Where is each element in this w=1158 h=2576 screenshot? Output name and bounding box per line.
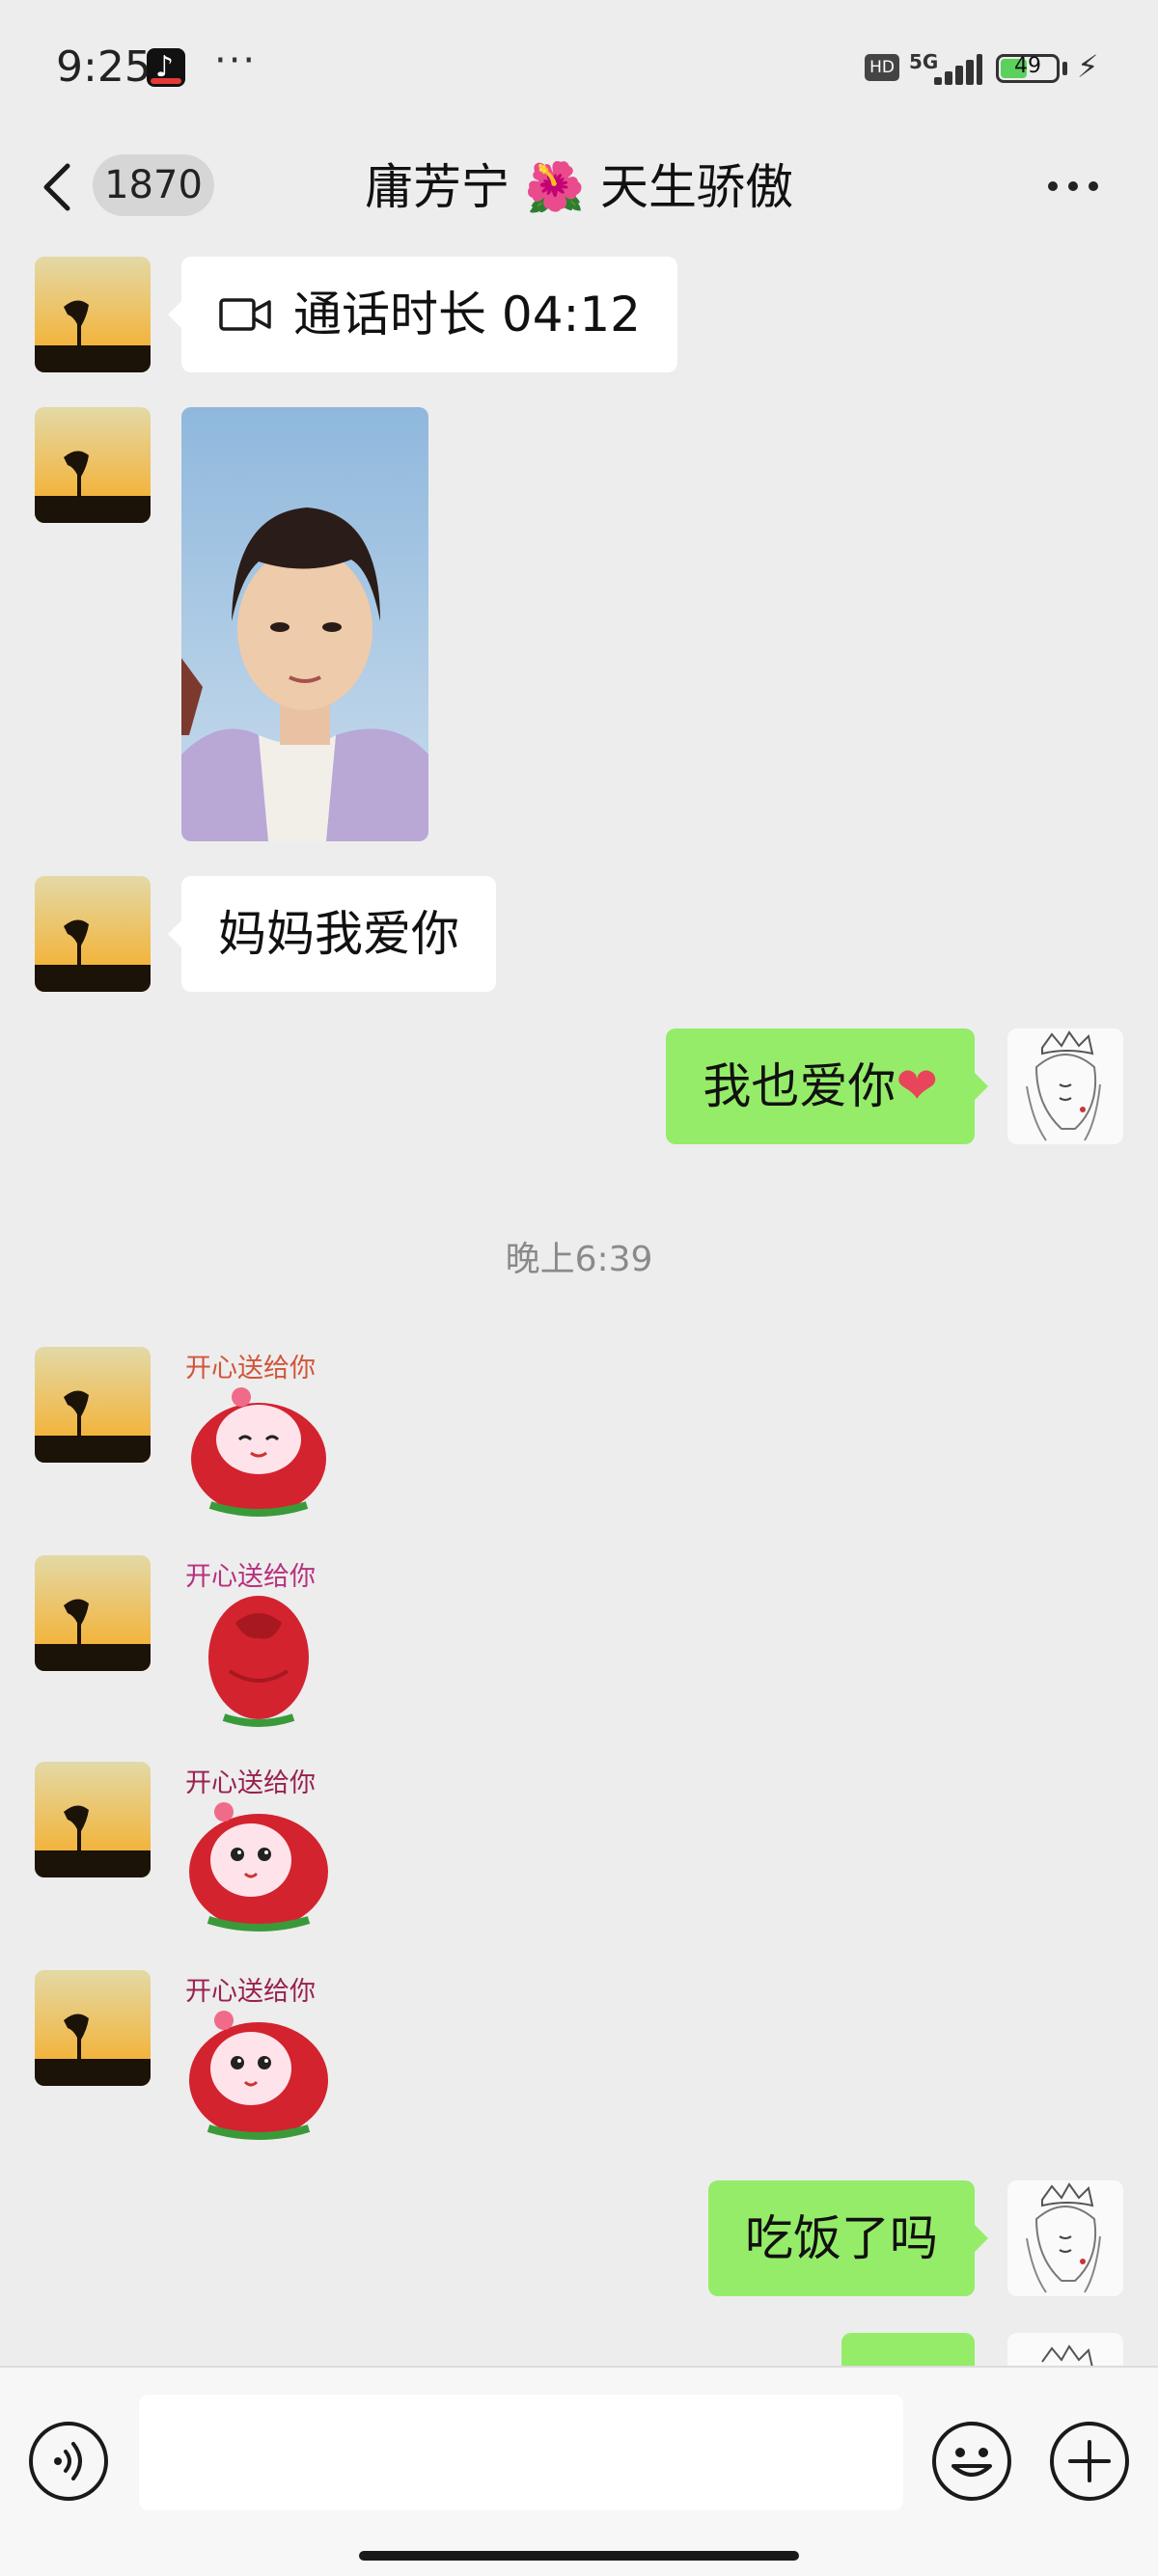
home-indicator[interactable] [359, 2551, 799, 2561]
sticker-message[interactable]: 开心送给你 [181, 1762, 336, 1935]
battery-level: 49 [1014, 54, 1041, 78]
charging-bolt-icon: ⚡ [1077, 48, 1099, 85]
sticker-message[interactable]: 开心送给你 [181, 1970, 336, 2144]
contact-avatar[interactable] [35, 1970, 151, 2086]
heart-emoji-icon: ❤ [896, 1057, 938, 1115]
chat-title: 庸芳宁 🌺 天生骄傲 [364, 159, 794, 215]
tiktok-notification-icon [147, 48, 185, 87]
sticker-message[interactable]: 开心送给你 [181, 1347, 336, 1521]
hd-badge: HD [865, 54, 899, 81]
photo-message[interactable] [181, 407, 428, 841]
message-text: 吃饭了吗 [745, 2210, 938, 2266]
chevron-left-icon [43, 163, 70, 211]
status-bar: 9:25 ··· HD 5G 49 ⚡ [0, 0, 1158, 135]
my-avatar[interactable] [1007, 1028, 1123, 1144]
message-input[interactable] [139, 2395, 903, 2510]
text-bubble[interactable]: 妈妈我爱你 [168, 876, 496, 992]
contact-avatar[interactable] [35, 1347, 151, 1463]
message-text: 我也爱你 [703, 1058, 896, 1114]
battery-icon: 49 [996, 54, 1060, 83]
message-text: 妈妈我爱你 [218, 906, 459, 962]
unread-count-badge[interactable]: 1870 [93, 154, 214, 216]
outgoing-text-bubble[interactable]: 吃饭了吗 [708, 2180, 988, 2296]
emoji-icon [951, 2448, 992, 2477]
video-call-icon [219, 297, 271, 331]
signal-strength-icon [934, 54, 982, 85]
rose-sticker [181, 1791, 336, 1935]
input-bar [0, 2366, 1158, 2576]
rose-sticker [181, 1999, 336, 2144]
contact-avatar[interactable] [35, 876, 151, 992]
plus-icon [1068, 2440, 1111, 2482]
more-notifications-icon: ··· [214, 39, 258, 83]
more-options-button[interactable] [1042, 172, 1104, 201]
my-avatar[interactable] [1007, 2180, 1123, 2296]
sticker-message[interactable]: 开心送给你 [181, 1555, 336, 1729]
emoji-button[interactable] [932, 2422, 1011, 2501]
rose-sticker [181, 1376, 336, 1521]
timestamp: 晚上6:39 [505, 1240, 653, 1279]
contact-avatar[interactable] [35, 1762, 151, 1877]
contact-avatar[interactable] [35, 1555, 151, 1671]
status-time: 9:25 [56, 42, 152, 92]
rose-sticker [181, 1584, 336, 1729]
video-call-bubble[interactable]: 通话时长 04:12 [168, 257, 677, 372]
contact-avatar[interactable] [35, 407, 151, 523]
voice-icon [54, 2442, 82, 2480]
voice-input-button[interactable] [29, 2422, 108, 2501]
more-dots-icon [1048, 181, 1058, 191]
outgoing-text-bubble[interactable]: 我也爱你❤ [666, 1028, 988, 1144]
more-functions-button[interactable] [1050, 2422, 1129, 2501]
battery-cap [1062, 62, 1067, 75]
call-duration-text: 通话时长 04:12 [293, 287, 641, 343]
child-photo [181, 407, 428, 841]
back-button[interactable] [35, 158, 83, 216]
contact-avatar[interactable] [35, 257, 151, 372]
chat-header: 1870 庸芳宁 🌺 天生骄傲 [0, 135, 1158, 241]
